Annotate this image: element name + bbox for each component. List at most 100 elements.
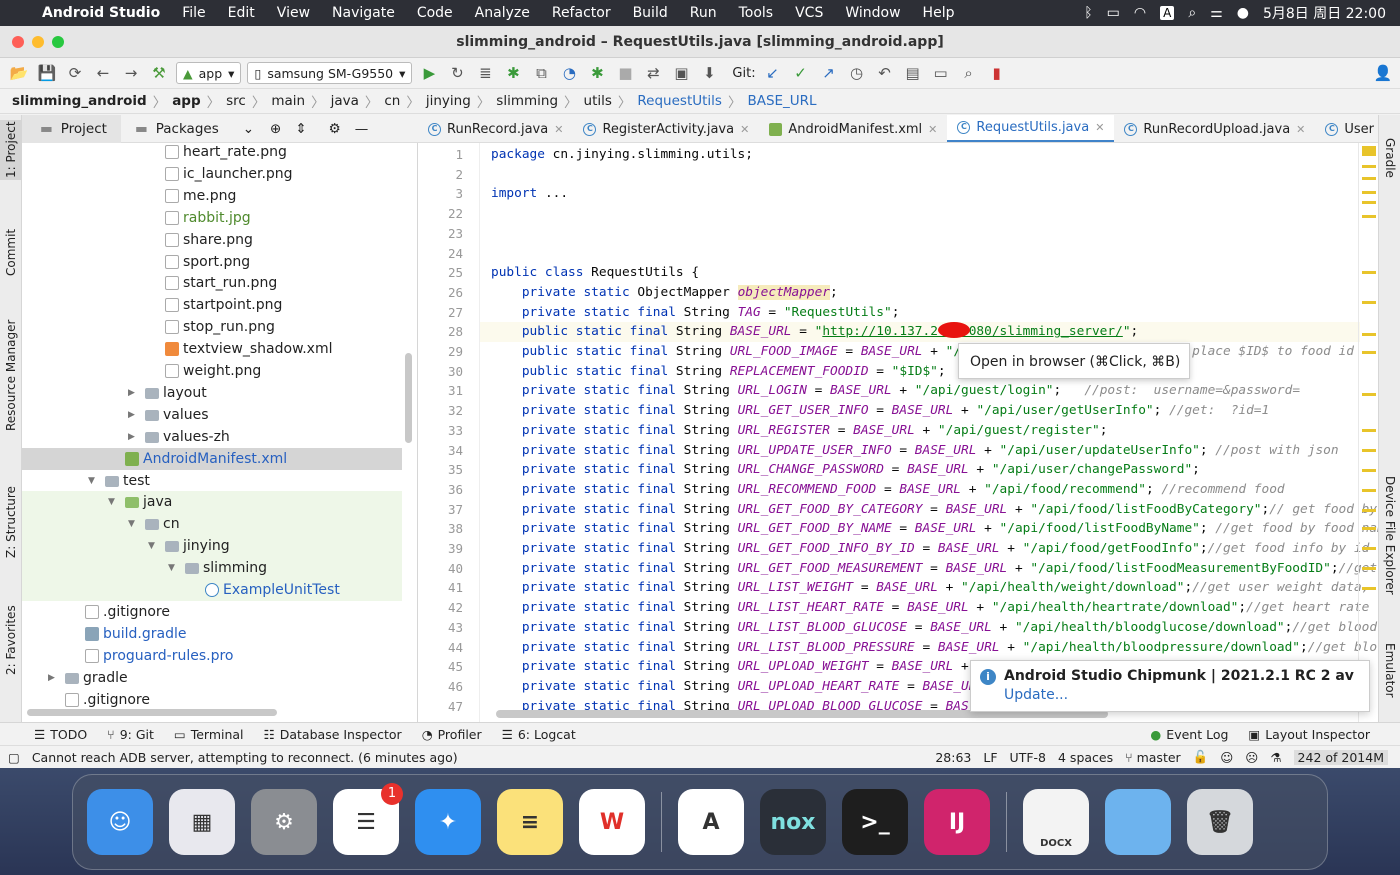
tree-item[interactable]: ▼ slimming: [22, 557, 402, 580]
breadcrumb-item[interactable]: cn: [384, 93, 400, 109]
warning-stripe-mark[interactable]: [1362, 449, 1376, 452]
status-message[interactable]: Cannot reach ADB server, attempting to r…: [32, 750, 458, 765]
warning-stripe-mark[interactable]: [1362, 333, 1376, 336]
bluetooth-icon[interactable]: ᛒ: [1084, 5, 1092, 21]
line-number[interactable]: 24: [448, 244, 463, 264]
breadcrumb-item[interactable]: jinying: [426, 93, 471, 109]
gutter[interactable]: 1 2 3 22 23 24 25 26 27 28 29 30 31 32 33 34 35 36 37 38 39 4…: [418, 143, 480, 722]
minimize-window-button[interactable]: [32, 36, 44, 48]
line-number[interactable]: 33: [448, 421, 463, 441]
device-select[interactable]: ▯ samsung SM-G9550 ▾: [247, 62, 413, 84]
tab-requestutils-java[interactable]: C RequestUtils.java ✕: [947, 115, 1115, 142]
coverage-icon[interactable]: ✱: [586, 62, 608, 84]
warning-stripe-mark[interactable]: [1362, 301, 1376, 304]
code-line[interactable]: private static final String URL_GET_FOOD…: [491, 559, 1377, 579]
code-line[interactable]: public static final String URL_FOOD_IMAG…: [491, 342, 1354, 362]
wifi-icon[interactable]: ◠: [1134, 5, 1146, 21]
code-editor[interactable]: 1 2 3 22 23 24 25 26 27 28 29 30 31 32 33 34 35 36 37 38 39 4…: [418, 143, 1378, 722]
dock-safari[interactable]: ✦: [415, 789, 481, 855]
plugin-icon[interactable]: ▮: [986, 62, 1008, 84]
git-rollback-icon[interactable]: ↶: [874, 62, 896, 84]
inspector-icon[interactable]: ⚗: [1270, 750, 1281, 765]
menu-view[interactable]: View: [266, 5, 321, 21]
run-config-select[interactable]: ▲ app ▾: [176, 62, 242, 84]
device-manager-icon[interactable]: ▣: [670, 62, 692, 84]
close-tab-icon[interactable]: ✕: [554, 123, 563, 136]
breadcrumb-item[interactable]: java: [331, 93, 359, 109]
menu-edit[interactable]: Edit: [217, 5, 266, 21]
terminal-icon[interactable]: ▭: [930, 62, 952, 84]
line-number[interactable]: 37: [448, 500, 463, 520]
chevron-down-icon[interactable]: ▼: [88, 470, 95, 492]
tree-item[interactable]: textview_shadow.xml: [22, 338, 402, 360]
forward-icon[interactable]: →: [120, 62, 142, 84]
tool-tab-layout-inspector[interactable]: ▣ Layout Inspector: [1238, 727, 1400, 742]
indent-setting[interactable]: 4 spaces: [1058, 750, 1113, 765]
line-number[interactable]: 39: [448, 539, 463, 559]
line-number[interactable]: 25: [448, 263, 463, 283]
menu-window[interactable]: Window: [834, 5, 911, 21]
breadcrumb-item[interactable]: RequestUtils: [637, 93, 722, 109]
warning-stripe-mark[interactable]: [1362, 527, 1376, 530]
line-number[interactable]: 30: [448, 362, 463, 382]
menu-navigate[interactable]: Navigate: [321, 5, 406, 21]
status-toggle-icon[interactable]: ▢: [8, 750, 20, 765]
open-folder-icon[interactable]: 📂: [8, 62, 30, 84]
tree-item[interactable]: sport.png: [22, 251, 402, 273]
line-number[interactable]: 46: [448, 677, 463, 697]
code-line[interactable]: private static final String URL_LIST_BLO…: [491, 618, 1377, 638]
line-number[interactable]: 1: [455, 145, 463, 165]
breadcrumb-item[interactable]: main: [271, 93, 305, 109]
git-commit-icon[interactable]: ✓: [790, 62, 812, 84]
tree-item[interactable]: ▶ values-zh: [22, 426, 402, 448]
control-center-icon[interactable]: ⚌: [1210, 5, 1223, 21]
tool-tab-gradle[interactable]: Gradle: [1379, 125, 1400, 190]
tree-item[interactable]: ic_launcher.png: [22, 163, 402, 185]
memory-indicator[interactable]: 242 of 2014M: [1293, 749, 1388, 765]
tab-packages[interactable]: ▬ Packages: [121, 121, 233, 137]
sdk-manager-icon[interactable]: ⬇: [698, 62, 720, 84]
zoom-window-button[interactable]: [52, 36, 64, 48]
tree-item[interactable]: ▶ layout: [22, 382, 402, 404]
line-number[interactable]: 31: [448, 381, 463, 401]
gear-icon[interactable]: ⚙: [329, 121, 341, 137]
breadcrumb-item[interactable]: utils: [584, 93, 612, 109]
sad-feedback-icon[interactable]: ☹: [1245, 750, 1258, 765]
close-tab-icon[interactable]: ✕: [1296, 123, 1305, 136]
tool-tab--project[interactable]: 1: Project: [0, 120, 22, 180]
tool-tab--git[interactable]: ⑂ 9: Git: [97, 727, 164, 742]
tree-item[interactable]: me.png: [22, 185, 402, 207]
tool-tab-terminal[interactable]: ▭ Terminal: [164, 727, 254, 742]
warning-stripe-mark[interactable]: [1362, 429, 1376, 432]
code-line[interactable]: private static final String URL_LIST_WEI…: [491, 578, 1370, 598]
battery-icon[interactable]: ▭: [1107, 5, 1120, 21]
gradle-sync-icon[interactable]: ⇄: [642, 62, 664, 84]
chevron-right-icon[interactable]: ▶: [128, 426, 135, 448]
tab-runrecord-java[interactable]: C RunRecord.java ✕: [418, 115, 573, 142]
update-link[interactable]: Update...: [1004, 687, 1068, 703]
chevron-down-icon[interactable]: ⌄: [243, 121, 254, 137]
tool-tab-commit[interactable]: Commit: [0, 215, 22, 290]
code-line[interactable]: import ...: [491, 184, 568, 204]
line-number[interactable]: 47: [448, 697, 463, 717]
code-line[interactable]: private static final String URL_UPDATE_U…: [491, 441, 1339, 461]
tree-item[interactable]: ▶ values: [22, 404, 402, 426]
dock-reminders[interactable]: ☰ 1: [333, 783, 403, 855]
close-tab-icon[interactable]: ✕: [740, 123, 749, 136]
warning-stripe-mark[interactable]: [1362, 351, 1376, 354]
git-history-icon[interactable]: ◷: [846, 62, 868, 84]
tree-item[interactable]: ▶ gradle: [22, 667, 402, 689]
siri-icon[interactable]: ●: [1237, 5, 1249, 21]
git-branch[interactable]: ⑂ master: [1125, 750, 1181, 765]
tree-item[interactable]: start_run.png: [22, 272, 402, 294]
tab-runrecordupload-java[interactable]: C RunRecordUpload.java ✕: [1114, 115, 1315, 142]
chevron-right-icon[interactable]: ▶: [128, 382, 135, 404]
tree-item[interactable]: .gitignore: [22, 689, 402, 711]
tab-project[interactable]: ▬ Project: [22, 114, 121, 143]
tree-item[interactable]: share.png: [22, 229, 402, 251]
code-line[interactable]: package cn.jinying.slimming.utils;: [491, 145, 753, 165]
tool-tab-todo[interactable]: ☰ TODO: [0, 727, 97, 742]
tree-item[interactable]: startpoint.png: [22, 294, 402, 316]
tool-tab-resource-manager[interactable]: Resource Manager: [0, 310, 22, 440]
tool-tab-database-inspector[interactable]: ☷ Database Inspector: [254, 727, 412, 742]
